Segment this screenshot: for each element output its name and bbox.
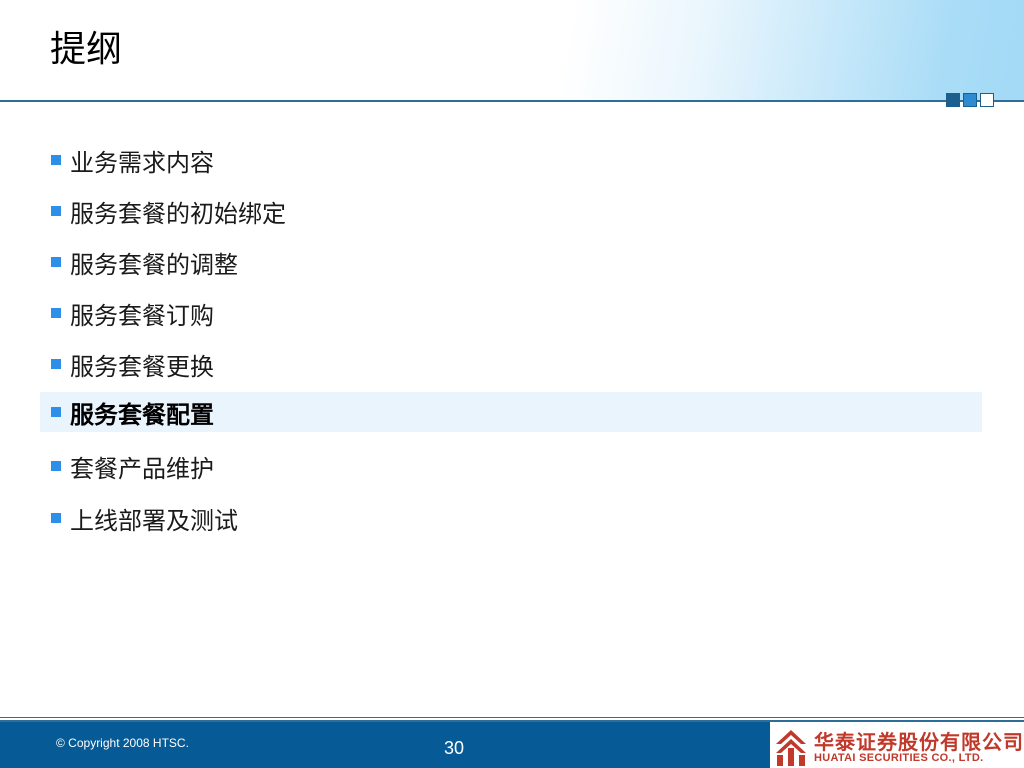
header-background [0, 0, 1024, 100]
company-name-cn: 华泰证券股份有限公司 [814, 730, 1024, 754]
outline-item-1[interactable]: 业务需求内容 [40, 140, 982, 180]
bullet-square-icon [51, 359, 61, 369]
company-name-en: HUATAI SECURITIES CO., LTD. [814, 752, 984, 764]
slide-title: 提纲 [50, 29, 123, 70]
square-dark-icon [946, 93, 960, 107]
outline-item-label: 服务套餐配置 [70, 400, 214, 429]
outline-item-label: 服务套餐的初始绑定 [70, 199, 286, 228]
copyright-text: © Copyright 2008 HTSC. [56, 736, 189, 750]
outline-item-label: 上线部署及测试 [70, 506, 238, 535]
page-number: 30 [444, 738, 465, 758]
bullet-square-icon [51, 461, 61, 471]
outline-item-label: 服务套餐订购 [70, 301, 214, 330]
outline-item-6-current[interactable]: 服务套餐配置 [40, 392, 982, 432]
outline-item-3[interactable]: 服务套餐的调整 [40, 242, 982, 282]
huatai-logo-icon [774, 726, 808, 766]
bullet-square-icon [51, 206, 61, 216]
square-outline-icon [980, 93, 994, 107]
footer-divider-thin [0, 717, 1024, 718]
outline-item-label: 服务套餐的调整 [70, 250, 238, 279]
decorative-squares [946, 93, 994, 109]
outline-item-label: 服务套餐更换 [70, 352, 214, 381]
company-logo: 华泰证券股份有限公司 HUATAI SECURITIES CO., LTD. [770, 722, 1024, 768]
outline-item-7[interactable]: 套餐产品维护 [40, 446, 982, 486]
square-medium-icon [963, 93, 977, 107]
outline-item-2[interactable]: 服务套餐的初始绑定 [40, 191, 982, 231]
bullet-square-icon [51, 308, 61, 318]
outline-item-4[interactable]: 服务套餐订购 [40, 293, 982, 333]
bullet-square-icon [51, 155, 61, 165]
bullet-square-icon [51, 407, 61, 417]
bullet-square-icon [51, 513, 61, 523]
outline-item-label: 业务需求内容 [70, 148, 214, 177]
bullet-square-icon [51, 257, 61, 267]
outline-item-label: 套餐产品维护 [70, 454, 214, 483]
outline-item-8[interactable]: 上线部署及测试 [40, 498, 982, 538]
header-divider [0, 100, 1024, 102]
outline-item-5[interactable]: 服务套餐更换 [40, 344, 982, 384]
